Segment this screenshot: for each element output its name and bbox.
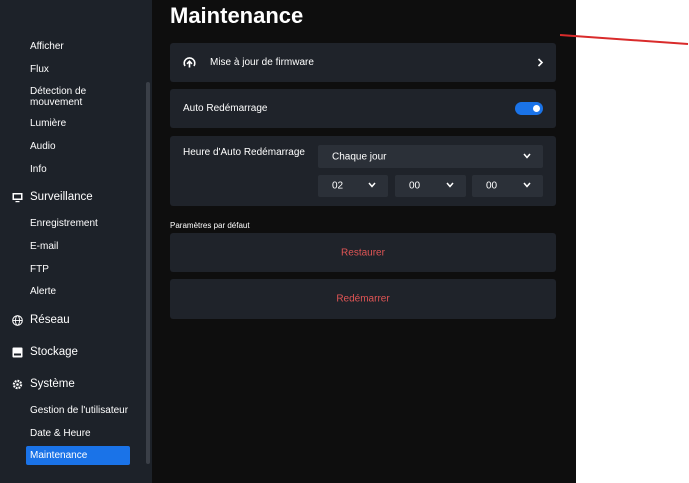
sidebar-item-afficher[interactable]: Afficher [30, 41, 64, 52]
gear-icon [12, 379, 23, 390]
minute-value: 00 [409, 180, 421, 192]
sidebar-section-surveillance[interactable]: Surveillance [12, 191, 93, 203]
chevron-right-icon [537, 58, 544, 67]
sidebar-section-stockage[interactable]: Stockage [12, 346, 78, 358]
sidebar-item-maintenance[interactable]: Maintenance [30, 450, 87, 461]
sidebar-item-ftp[interactable]: FTP [30, 264, 49, 275]
auto-restart-time-label: Heure d'Auto Redémarrage [183, 147, 305, 158]
sidebar-item-gestion-utilisateur[interactable]: Gestion de l'utilisateur [30, 405, 128, 416]
sidebar-section-systeme[interactable]: Système [12, 378, 75, 390]
upload-icon [182, 55, 197, 70]
restore-button[interactable]: Restaurer [170, 233, 556, 272]
storage-icon [12, 347, 23, 358]
sidebar-item-date-heure[interactable]: Date & Heure [30, 428, 91, 439]
monitor-icon [12, 192, 23, 203]
reboot-button[interactable]: Redémarrer [170, 279, 556, 319]
sidebar-section-label: Réseau [30, 314, 70, 326]
hour-select[interactable]: 02 [318, 175, 388, 197]
sidebar-item-enregistrement[interactable]: Enregistrement [30, 218, 98, 229]
sidebar-item-info[interactable]: Info [30, 164, 47, 175]
firmware-update-label: Mise à jour de firmware [210, 57, 314, 68]
second-value: 00 [486, 180, 498, 192]
frequency-value: Chaque jour [332, 151, 387, 162]
firmware-update-row[interactable]: Mise à jour de firmware [170, 43, 556, 82]
chevron-down-icon [523, 182, 531, 190]
frequency-select[interactable]: Chaque jour [318, 145, 543, 168]
hour-value: 02 [332, 180, 344, 192]
main-panel: Maintenance Mise à jour de firmware Auto… [152, 0, 576, 483]
auto-restart-time-row: Heure d'Auto Redémarrage Chaque jour 02 … [170, 136, 556, 206]
auto-restart-toggle[interactable] [515, 102, 543, 115]
chevron-down-icon [368, 182, 376, 190]
sidebar: Afficher Flux Détection de mouvement Lum… [0, 0, 152, 483]
auto-restart-label: Auto Redémarrage [183, 103, 268, 114]
sidebar-section-label: Système [30, 378, 75, 390]
sidebar-section-label: Surveillance [30, 191, 93, 203]
sidebar-scrollbar[interactable] [146, 82, 150, 464]
reboot-label: Redémarrer [336, 293, 390, 305]
sidebar-item-detection-mouvement[interactable]: Détection de mouvement [30, 86, 120, 108]
restore-label: Restaurer [341, 247, 385, 258]
sidebar-item-flux[interactable]: Flux [30, 64, 49, 75]
chevron-down-icon [523, 153, 531, 161]
sidebar-item-audio[interactable]: Audio [30, 141, 56, 152]
sidebar-item-email[interactable]: E-mail [30, 241, 58, 252]
chevron-down-icon [446, 182, 454, 190]
sidebar-section-label: Stockage [30, 346, 78, 358]
sidebar-item-alerte[interactable]: Alerte [30, 286, 56, 297]
minute-select[interactable]: 00 [395, 175, 466, 197]
globe-icon [12, 314, 23, 326]
sidebar-item-lumiere[interactable]: Lumière [30, 118, 66, 129]
toggle-knob [533, 105, 540, 112]
second-select[interactable]: 00 [472, 175, 543, 197]
sidebar-section-reseau[interactable]: Réseau [12, 314, 70, 326]
auto-restart-row: Auto Redémarrage [170, 89, 556, 128]
defaults-section-label: Paramètres par défaut [170, 221, 250, 230]
annotation-line [560, 34, 689, 45]
page-title: Maintenance [170, 3, 304, 28]
